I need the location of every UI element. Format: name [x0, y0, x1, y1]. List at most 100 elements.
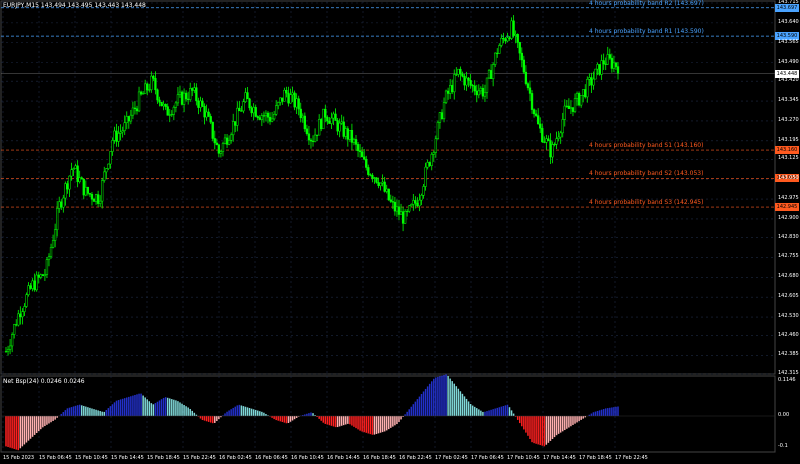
- candle-body: [393, 201, 397, 212]
- candle-body: [440, 112, 444, 120]
- candle-body: [369, 174, 372, 176]
- candle-body: [78, 177, 81, 182]
- candle-body: [534, 113, 538, 116]
- candle-body: [532, 109, 536, 115]
- candle-body: [111, 140, 114, 152]
- candle-body: [225, 137, 229, 145]
- candle-body: [238, 107, 241, 112]
- candle-body: [250, 107, 253, 114]
- candle-body: [422, 186, 425, 196]
- candle-body: [184, 92, 188, 100]
- candle-body: [559, 132, 562, 138]
- candle-body: [115, 130, 118, 142]
- y-tick-label: 142.900: [778, 214, 799, 221]
- candle-body: [84, 186, 87, 196]
- candle-body: [272, 114, 276, 120]
- candle-body: [326, 117, 329, 122]
- candle-body: [207, 111, 210, 117]
- candle-body: [406, 210, 409, 213]
- candle-body: [416, 202, 419, 207]
- candle-body: [401, 211, 405, 224]
- candle-body: [64, 183, 67, 199]
- y-tick-label: 143.270: [778, 116, 799, 123]
- candle-body: [35, 274, 38, 291]
- candle-body: [76, 165, 79, 182]
- candle-body: [338, 122, 341, 132]
- candle-body: [397, 206, 401, 215]
- candle-body: [498, 45, 501, 54]
- candle-body: [219, 151, 223, 154]
- probability-band-label: 4 hours probability band R2 (143.697): [589, 0, 704, 7]
- candle-body: [553, 143, 556, 146]
- candle-body: [305, 128, 309, 135]
- candle-body: [430, 154, 433, 166]
- candle-body: [524, 71, 528, 84]
- candle-body: [530, 93, 534, 110]
- candle-body: [571, 107, 575, 112]
- candle-body: [330, 117, 333, 124]
- candle-body: [389, 199, 392, 202]
- candle-body: [518, 42, 521, 54]
- x-tick-label: 17 Feb 22:45: [615, 455, 648, 461]
- candle-body: [311, 140, 315, 142]
- candle-body: [8, 345, 12, 350]
- candle-body: [133, 107, 137, 110]
- candle-body: [211, 121, 214, 139]
- candle-body: [528, 87, 532, 94]
- candle-body: [88, 193, 92, 195]
- x-tick-label: 17 Feb 02:45: [435, 455, 468, 461]
- candle-body: [96, 194, 100, 204]
- candle-body: [481, 87, 485, 97]
- candle-body: [577, 93, 581, 106]
- x-tick-label: 16 Feb 14:45: [327, 455, 360, 461]
- y-tick-label: 142.755: [778, 253, 799, 260]
- candle-body: [612, 62, 616, 69]
- candle-body: [473, 85, 476, 92]
- candle-body: [514, 34, 517, 36]
- candle-body: [426, 162, 429, 168]
- candle-body: [408, 205, 411, 212]
- candle-body: [596, 64, 599, 70]
- candle-body: [477, 90, 480, 96]
- x-tick-label: 17 Feb 18:45: [579, 455, 612, 461]
- candle-body: [215, 142, 218, 146]
- candle-body: [191, 88, 194, 91]
- candle-body: [240, 110, 243, 112]
- candle-body: [203, 106, 206, 118]
- candle-body: [324, 108, 327, 118]
- candle-body: [268, 116, 272, 122]
- candle-body: [614, 62, 618, 67]
- candle-body: [275, 105, 278, 115]
- candle-body: [418, 199, 421, 207]
- candle-body: [575, 93, 579, 99]
- candle-body: [322, 108, 325, 130]
- candle-body: [457, 68, 460, 75]
- candle-body: [170, 114, 173, 116]
- candle-body: [348, 130, 352, 140]
- candle-body: [616, 66, 620, 74]
- candle-body: [227, 139, 231, 145]
- candle-body: [281, 97, 284, 102]
- candle-body: [590, 77, 593, 86]
- candle-body: [287, 92, 290, 104]
- candle-body: [182, 92, 186, 105]
- candle-body: [236, 107, 239, 126]
- candle-body: [432, 152, 435, 155]
- candle-body: [354, 139, 358, 145]
- candle-body: [387, 188, 390, 201]
- candle-body: [442, 102, 446, 120]
- candle-body: [385, 188, 388, 192]
- price-chart[interactable]: [0, 0, 800, 464]
- candle-body: [567, 105, 571, 109]
- candle-body: [356, 144, 360, 151]
- candle-body: [414, 200, 417, 204]
- candle-body: [283, 89, 286, 102]
- candle-body: [33, 280, 36, 291]
- candle-body: [82, 178, 85, 196]
- candle-body: [600, 60, 603, 75]
- candle-body: [244, 92, 247, 102]
- candle-body: [434, 138, 437, 153]
- candle-body: [223, 137, 227, 144]
- probability-band-label: 4 hours probability band R1 (143.590): [589, 28, 704, 36]
- candle-body: [360, 151, 364, 158]
